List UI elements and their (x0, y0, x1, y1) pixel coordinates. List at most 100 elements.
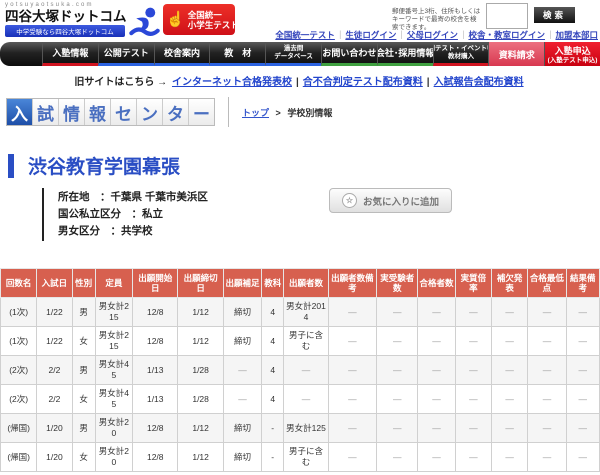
table-row: (帰国)1/20男男女計2012/81/12締切-男女計125——————— (1, 414, 600, 443)
link-separator: ｜ (546, 30, 555, 40)
top-link-4[interactable]: 加盟本部口 (555, 30, 598, 40)
cell: — (377, 385, 418, 414)
cell: 男子に含む (284, 327, 328, 356)
search-button[interactable]: 検索 (534, 7, 575, 23)
link-separator: | (296, 77, 299, 88)
column-header: 結果備考 (566, 269, 599, 298)
top-link-0[interactable]: 全国統一テスト (275, 30, 335, 40)
table-row: (2次)2/2女男女計451/131/28—4———————— (1, 385, 600, 414)
nav-item-1[interactable]: 公開テスト (98, 42, 154, 66)
nav-item-0[interactable]: 入塾情報 (42, 42, 98, 66)
cell: 1/13 (133, 356, 178, 385)
column-header: 定員 (95, 269, 132, 298)
favorite-button[interactable]: ☆ お気に入りに追加 (329, 188, 452, 213)
column-header: 入試日 (37, 269, 72, 298)
old-site-label: 旧サイトはこちら → (74, 77, 167, 88)
app-logo[interactable]: yotsuyaotsuka.com 四谷大塚ドットコム 中学受験なら四谷大塚ドッ… (5, 2, 127, 37)
nav-item-label: 教 材 (224, 46, 251, 59)
cell: — (566, 298, 599, 327)
cell: 12/8 (133, 298, 178, 327)
table-row: (1次)1/22男男女計21512/81/12締切4男女計2014——————— (1, 298, 600, 327)
cell: — (491, 327, 527, 356)
cell: — (455, 356, 491, 385)
top-link-3[interactable]: 校舎・教室ログイン (468, 30, 545, 40)
search-note-line1: 郵便番号上3桁、住所もしくは (392, 8, 480, 15)
school-info: 所在地 ：千葉県 千葉市美浜区国公私立区分 ：私立男女区分 ：共学校 (42, 188, 208, 241)
cell: — (528, 356, 566, 385)
link-separator: ｜ (397, 30, 406, 40)
cell: — (328, 443, 376, 472)
cell: (2次) (1, 385, 37, 414)
column-header: 回数名 (1, 269, 37, 298)
cell: 1/12 (178, 414, 223, 443)
table-row: (1次)1/22女男女計21512/81/12締切4男子に含む——————— (1, 327, 600, 356)
cell: — (455, 327, 491, 356)
cell: — (328, 298, 376, 327)
cell: - (262, 414, 284, 443)
cell: (2次) (1, 356, 37, 385)
column-header: 実受験者数 (377, 269, 418, 298)
nav-item-label: 過去問 (284, 45, 304, 53)
logo-tagline: 中学受験なら四谷大塚ドットコム (5, 25, 125, 37)
nav-item-label: 公開テスト・イベント申込 (433, 45, 489, 53)
cell: 1/20 (37, 443, 72, 472)
old-site-link-1[interactable]: 合不合判定テスト配布資料 (303, 77, 423, 88)
cell: 4 (262, 327, 284, 356)
exam-results-table: 回数名入試日性別定員出願開始日出願締切日出願補足教科出願者数出願者数備考実受験者… (0, 268, 600, 472)
cell: (帰国) (1, 443, 37, 472)
nav-item-label: 教材購入 (448, 53, 474, 61)
cell: — (328, 327, 376, 356)
column-header: 出願補足 (223, 269, 261, 298)
favorite-button-label: お気に入りに追加 (363, 194, 439, 208)
top-link-1[interactable]: 生徒ログイン (345, 30, 396, 40)
nav-item-6[interactable]: 会社･採用情報 (377, 42, 433, 66)
cell: 締切 (223, 298, 261, 327)
cell: 1/13 (133, 385, 178, 414)
old-site-link-2[interactable]: 入試報告会配布資料 (434, 77, 524, 88)
cell: 締切 (223, 327, 261, 356)
cell: — (528, 385, 566, 414)
nav-item-label: 公開テスト (104, 46, 149, 59)
cell: 女 (72, 385, 95, 414)
nav-item-5[interactable]: お問い合わせ (321, 42, 377, 66)
campus-search-input[interactable] (486, 3, 528, 29)
cell: - (262, 443, 284, 472)
nav-item-4[interactable]: 過去問データベース (265, 42, 321, 66)
old-site-link-0[interactable]: インターネット合格発表校 (172, 77, 292, 88)
column-header: 出願開始日 (133, 269, 178, 298)
cell: — (284, 356, 328, 385)
nav-item-2[interactable]: 校舎案内 (154, 42, 210, 66)
top-links: 全国統一テスト｜生徒ログイン｜父母ログイン｜校舎・教室ログイン｜加盟本部口 (275, 29, 598, 41)
cell: — (491, 414, 527, 443)
breadcrumb-home-link[interactable]: トップ (242, 108, 269, 118)
cell: 男女計20 (95, 414, 132, 443)
nav-item-7[interactable]: 公開テスト・イベント申込教材購入 (433, 42, 489, 66)
link-separator: ｜ (336, 30, 345, 40)
cell: 2/2 (37, 356, 72, 385)
cell: — (377, 443, 418, 472)
column-header: 合格者数 (418, 269, 455, 298)
cell: — (528, 327, 566, 356)
nav-item-9[interactable]: 入塾申込(入塾テスト申込) (544, 42, 600, 66)
logo-domain: yotsuyaotsuka.com (5, 2, 127, 9)
column-header: 補欠発表 (491, 269, 527, 298)
table-row: (帰国)1/20女男女計2012/81/12締切-男子に含む——————— (1, 443, 600, 472)
cell: — (328, 414, 376, 443)
cell: 1/28 (178, 356, 223, 385)
cell: — (377, 414, 418, 443)
cell: (1次) (1, 298, 37, 327)
cell: — (418, 414, 455, 443)
badge-line2: 小学生テスト (188, 20, 239, 30)
cell: 1/22 (37, 327, 72, 356)
cell: — (491, 356, 527, 385)
top-link-2[interactable]: 父母ログイン (407, 30, 458, 40)
cell: — (377, 327, 418, 356)
nav-item-8[interactable]: 資料請求 (488, 42, 544, 66)
title-row: 渋谷教育学園幕張 (8, 152, 600, 179)
cell: — (528, 414, 566, 443)
cell: — (566, 414, 599, 443)
cell: — (528, 298, 566, 327)
national-test-badge[interactable]: ☝ 全国統一 小学生テスト (163, 4, 235, 35)
logo-char: ン (136, 99, 162, 125)
nav-item-3[interactable]: 教 材 (209, 42, 265, 66)
